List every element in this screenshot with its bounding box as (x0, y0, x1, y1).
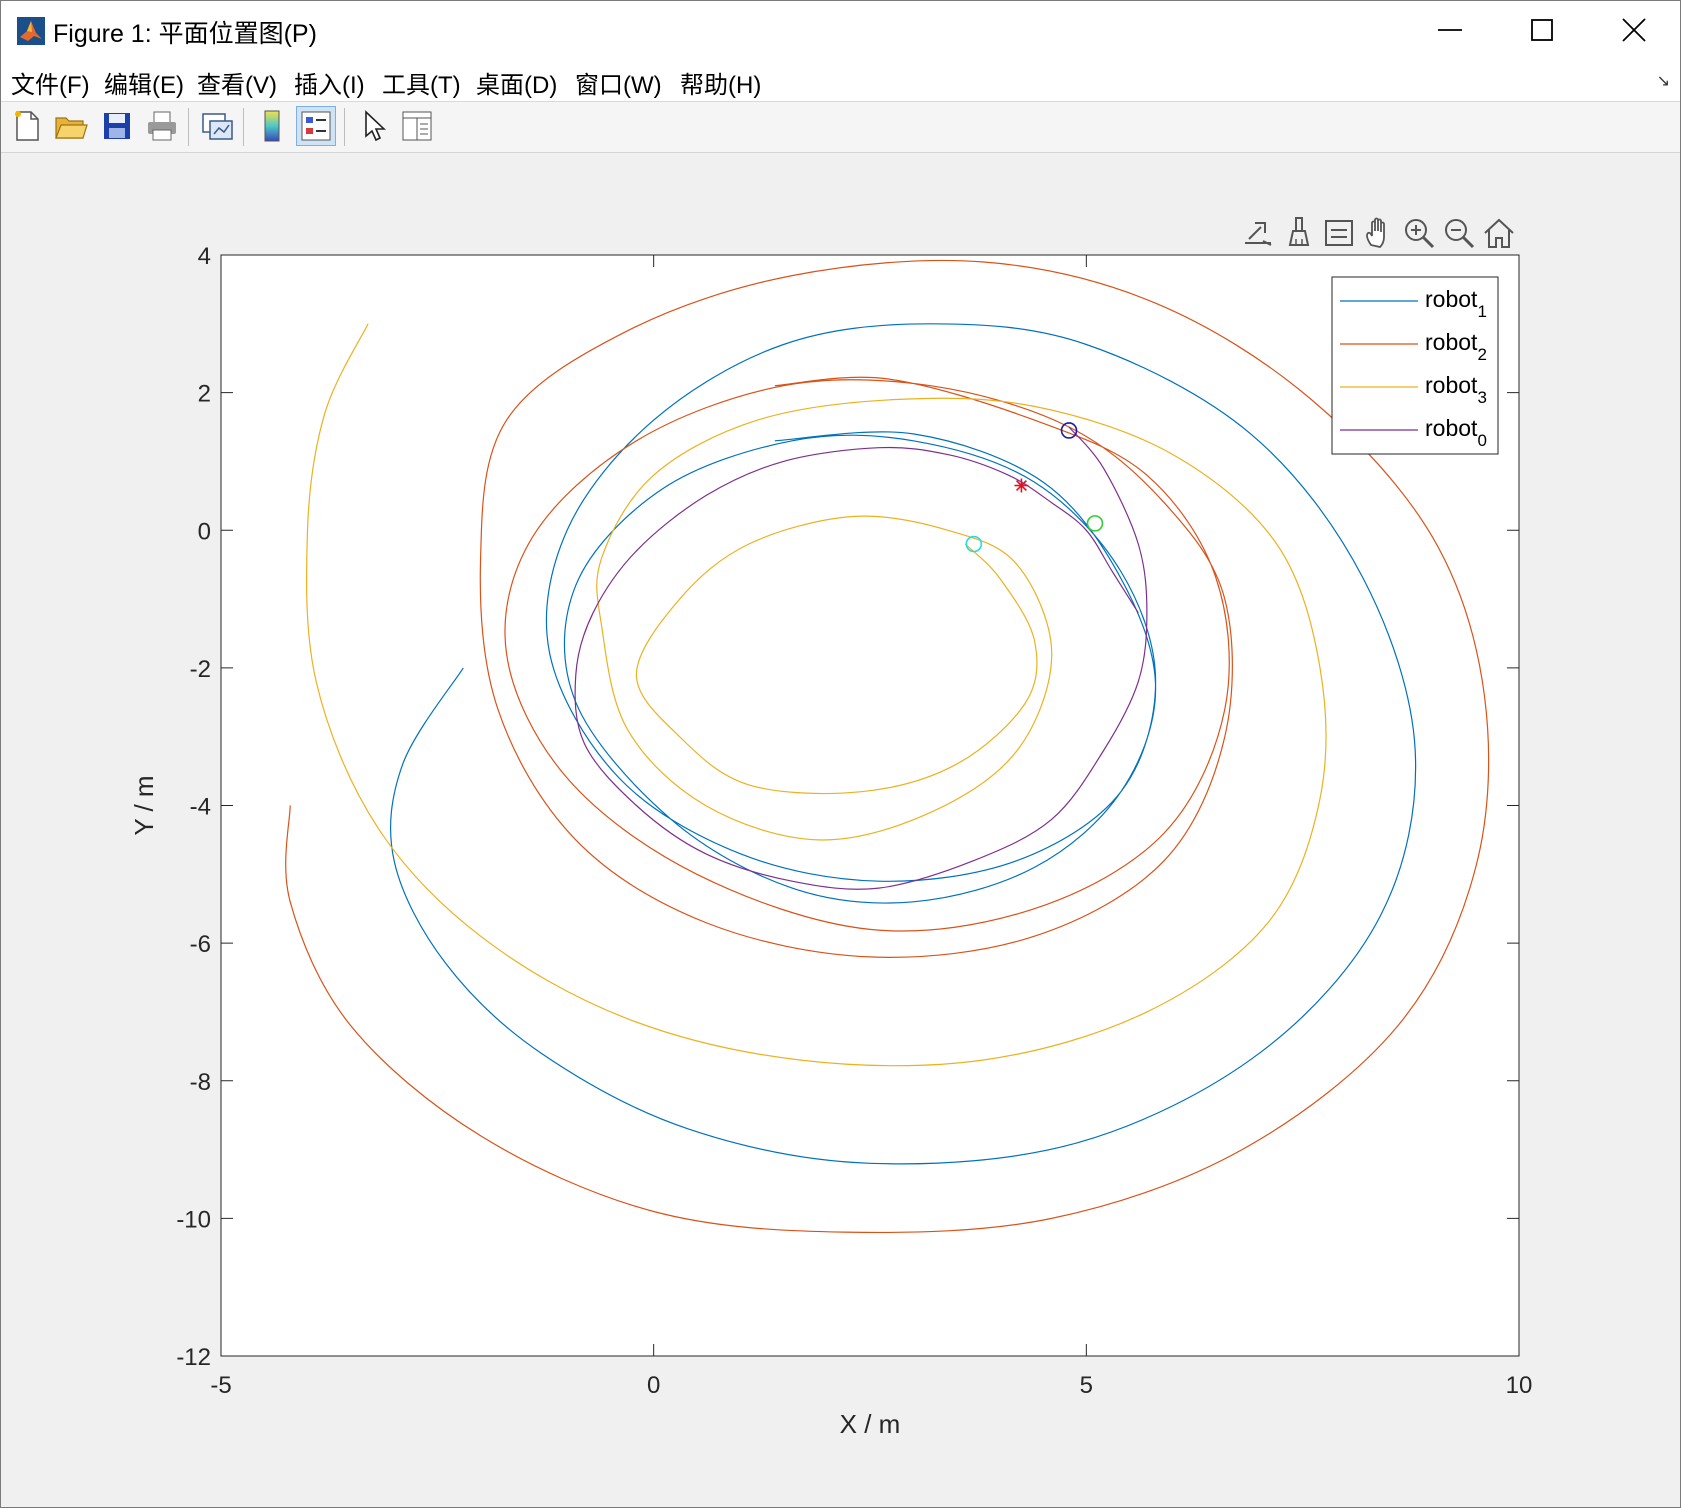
plot-area: -5 0 5 10 4 2 0 -2 -4 -6 -8 -10 -12 X / m Y / m robo… (129, 243, 1533, 1439)
y-tick-label: -6 (190, 931, 211, 958)
x-tick-label: -5 (210, 1372, 231, 1399)
x-tick-label: 10 (1506, 1372, 1533, 1399)
y-tick-label: -8 (190, 1069, 211, 1096)
y-tick-label: -4 (190, 794, 211, 821)
y-tick-label: 2 (198, 381, 211, 408)
x-tick-label: 0 (647, 1372, 660, 1399)
figure-window: Figure 1: 平面位置图(P) 文件(F) 编辑(E) 查看(V) 插入(… (0, 0, 1681, 1508)
legend[interactable]: robot1robot2robot3robot0 (1331, 276, 1499, 455)
y-tick-label: -2 (190, 656, 211, 683)
target-marker[interactable] (1014, 478, 1029, 493)
x-axis-label: X / m (840, 1409, 901, 1439)
x-tick-label: 5 (1080, 1372, 1093, 1399)
y-tick-label: 0 (198, 518, 211, 545)
y-tick-label: -12 (176, 1344, 211, 1371)
y-axis-label: Y / m (129, 775, 159, 835)
y-tick-label: 4 (198, 243, 211, 270)
y-tick-label: -10 (176, 1206, 211, 1233)
axes-background[interactable] (220, 254, 1520, 1357)
